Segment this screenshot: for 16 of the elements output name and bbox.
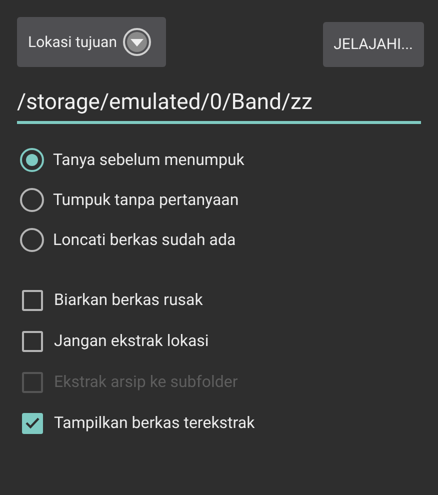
radio-button[interactable] xyxy=(20,148,44,172)
checkbox[interactable] xyxy=(22,290,43,310)
checkbox-label: Biarkan berkas rusak xyxy=(54,289,203,311)
browse-button[interactable]: JELAJAHI... xyxy=(322,22,424,67)
radio-label: Tumpuk tanpa pertanyaan xyxy=(53,189,239,211)
checkbox[interactable] xyxy=(22,412,43,434)
radio-button[interactable] xyxy=(20,188,44,212)
destination-dropdown-button[interactable]: Lokasi tujuan xyxy=(17,17,166,67)
path-field[interactable]: /storage/emulated/0/Band/zz xyxy=(17,87,421,124)
checkbox-label: Tampilkan berkas terekstrak xyxy=(54,412,255,434)
radio-button[interactable] xyxy=(20,228,44,252)
radio-label: Tanya sebelum menumpuk xyxy=(53,149,244,171)
checkbox[interactable] xyxy=(22,330,43,352)
radio-label: Loncati berkas sudah ada xyxy=(53,229,236,251)
checkbox-label: Jangan ekstrak lokasi xyxy=(54,330,209,352)
checkmark-icon xyxy=(25,417,40,429)
